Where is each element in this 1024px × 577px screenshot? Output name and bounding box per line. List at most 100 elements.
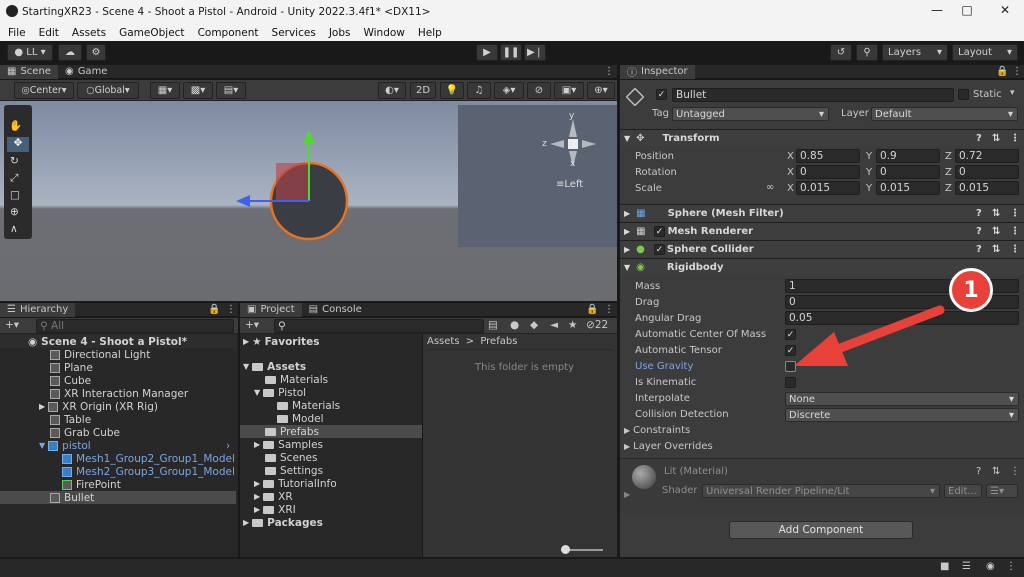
enabled-checkbox[interactable]: ✓ <box>654 226 665 237</box>
menu-window[interactable]: Window <box>363 27 404 39</box>
list-item[interactable]: Grab Cube <box>0 426 236 439</box>
settings-gear-icon[interactable]: ⚙ <box>86 44 106 61</box>
rect-tool-icon[interactable]: □ <box>10 189 20 201</box>
more-icon[interactable]: ⋮ <box>604 304 614 315</box>
lock-icon[interactable]: 🔒 <box>208 304 220 315</box>
scene-viewport[interactable]: ✋ ✥ ↻ ⤢ □ ⊕ ∧ y z x ≡Left <box>0 101 617 301</box>
mode-2d-button[interactable]: 2D <box>410 82 436 99</box>
sphere-collider-header[interactable]: ▶ ● ✓ Sphere Collider ? ⇅ ⋮ <box>620 240 1024 257</box>
audio-icon[interactable]: ♫ <box>467 82 491 99</box>
visibility-icon[interactable]: ⊘ <box>527 82 551 99</box>
list-item[interactable]: Plane <box>0 361 236 374</box>
rotation-z-field[interactable]: 0 <box>955 165 1019 179</box>
list-item[interactable]: Mesh1_Group2_Group1_Model <box>0 452 236 465</box>
tag-dropdown[interactable]: Untagged ▾ <box>672 107 829 121</box>
shading-mode-icon[interactable]: ◐▾ <box>378 82 406 99</box>
breadcrumb-root[interactable]: Assets <box>427 336 460 347</box>
tab-hierarchy[interactable]: ☰ Hierarchy <box>0 302 76 317</box>
more-icon[interactable]: ⋮ <box>1010 244 1020 255</box>
position-y-field[interactable]: 0.9 <box>876 149 940 163</box>
bug-icon[interactable]: ◉ <box>986 561 995 572</box>
favorites-section[interactable]: ▶ ★ Favorites <box>240 335 422 348</box>
help-icon[interactable]: ? <box>976 226 982 237</box>
create-add-button[interactable]: +▾ <box>245 319 259 331</box>
enabled-checkbox[interactable]: ✓ <box>654 244 665 255</box>
custom-tool-icon[interactable]: ∧ <box>10 223 18 235</box>
menu-services[interactable]: Services <box>272 27 316 39</box>
snap-increment-icon[interactable]: ▩▾ <box>183 82 213 99</box>
effects-icon[interactable]: ◈▾ <box>494 82 524 99</box>
material-help-icon[interactable]: ? <box>976 466 981 477</box>
shader-options-button[interactable]: ☰▾ <box>986 484 1018 498</box>
menu-component[interactable]: Component <box>198 27 259 39</box>
folder-item[interactable]: Settings <box>240 464 422 477</box>
lighting-icon[interactable]: 💡 <box>440 82 464 99</box>
layer-overrides-foldout[interactable]: ▶ Layer Overrides <box>624 441 713 452</box>
material-expand-arrow-icon[interactable]: ▶ <box>624 490 630 499</box>
notifications-icon[interactable]: ⋮ <box>1006 561 1016 572</box>
expand-arrow-icon[interactable]: ▶ <box>39 402 45 411</box>
transform-tool-icon[interactable]: ⊕ <box>10 206 19 218</box>
folder-item[interactable]: ▶ XR <box>240 490 422 503</box>
active-checkbox[interactable]: ✓ <box>656 89 667 100</box>
chevron-right-icon[interactable]: › <box>226 440 230 452</box>
account-button[interactable]: ● LL ▾ <box>7 44 53 61</box>
maximize-button[interactable]: □ <box>952 3 982 17</box>
more-icon[interactable]: ⋮ <box>1010 208 1020 219</box>
camera-icon[interactable]: ▣▾ <box>554 82 584 99</box>
scale-y-field[interactable]: 0.015 <box>876 181 940 195</box>
mesh-renderer-header[interactable]: ▶ ▦ ✓ Mesh Renderer ? ⇅ ⋮ <box>620 222 1024 239</box>
folder-assets[interactable]: ▼ Assets <box>240 360 422 373</box>
layout-dropdown[interactable]: Layout ▾ <box>952 44 1018 61</box>
preset-icon[interactable]: ⇅ <box>992 133 1000 144</box>
bullet-sphere-gizmo[interactable] <box>230 126 360 251</box>
filter-icon[interactable]: ◄ <box>550 319 558 331</box>
play-button[interactable]: ▶ <box>476 44 498 61</box>
gizmos-icon[interactable]: ⊕▾ <box>587 82 615 99</box>
more-icon[interactable]: ⋮ <box>226 304 236 315</box>
position-x-field[interactable]: 0.85 <box>796 149 860 163</box>
list-item[interactable]: Table <box>0 413 236 426</box>
tab-inspector[interactable]: ⓘ Inspector <box>620 64 695 79</box>
tag-icon[interactable]: ◆ <box>530 319 538 331</box>
menu-gameobject[interactable]: GameObject <box>119 27 184 39</box>
tab-console[interactable]: ▤ Console <box>302 303 369 317</box>
scale-x-field[interactable]: 0.015 <box>796 181 860 195</box>
create-add-button[interactable]: +▾ <box>5 319 19 331</box>
add-component-button[interactable]: Add Component <box>729 521 913 539</box>
menu-file[interactable]: File <box>8 27 26 39</box>
collision-detection-dropdown[interactable]: Discrete ▾ <box>785 408 1019 422</box>
menu-assets[interactable]: Assets <box>72 27 106 39</box>
static-checkbox[interactable] <box>958 89 969 100</box>
preset-icon[interactable]: ⇅ <box>992 244 1000 255</box>
breadcrumb-leaf[interactable]: Prefabs <box>480 336 517 347</box>
folder-item[interactable]: ▶ TutorialInfo <box>240 477 422 490</box>
tab-game[interactable]: ◉ Game <box>58 65 115 79</box>
search-icon[interactable]: ⚲ <box>856 44 878 61</box>
hand-tool-icon[interactable]: ✋ <box>9 119 22 132</box>
rotation-x-field[interactable]: 0 <box>796 165 860 179</box>
rotation-y-field[interactable]: 0 <box>876 165 940 179</box>
shader-edit-button[interactable]: Edit... <box>944 484 982 498</box>
search-by-type-icon[interactable]: ▤ <box>488 319 498 331</box>
list-item[interactable]: ▼ pistol › <box>0 439 236 452</box>
list-item[interactable]: Directional Light <box>0 348 236 361</box>
list-item[interactable]: XR Interaction Manager <box>0 387 236 400</box>
search-by-label-icon[interactable]: ● <box>510 319 519 331</box>
tab-scene[interactable]: ▦ Scene <box>0 64 58 79</box>
space-dropdown[interactable]: ○ Global ▾ <box>77 82 139 99</box>
folder-packages[interactable]: ▶ Packages <box>240 516 422 529</box>
mesh-filter-header[interactable]: ▶ ▦ Sphere (Mesh Filter) ? ⇅ ⋮ <box>620 204 1024 221</box>
list-item[interactable]: Mesh2_Group3_Group1_Model <box>0 465 236 478</box>
object-name-field[interactable]: Bullet <box>672 88 954 102</box>
collapse-arrow-icon[interactable]: ▼ <box>39 441 45 450</box>
static-dropdown-icon[interactable]: ▾ <box>1010 88 1015 98</box>
more-icon[interactable]: ⋮ <box>604 66 614 77</box>
hidden-packages-icon[interactable]: ⊘22 <box>586 319 608 331</box>
vertex-snap-icon[interactable]: ▤▾ <box>216 82 246 99</box>
list-item[interactable]: ▶ XR Origin (XR Rig) <box>0 400 236 413</box>
more-icon[interactable]: ⋮ <box>1010 226 1020 237</box>
menu-help[interactable]: Help <box>418 27 442 39</box>
folder-item[interactable]: ▶ XRI <box>240 503 422 516</box>
material-more-icon[interactable]: ⋮ <box>1010 466 1020 477</box>
